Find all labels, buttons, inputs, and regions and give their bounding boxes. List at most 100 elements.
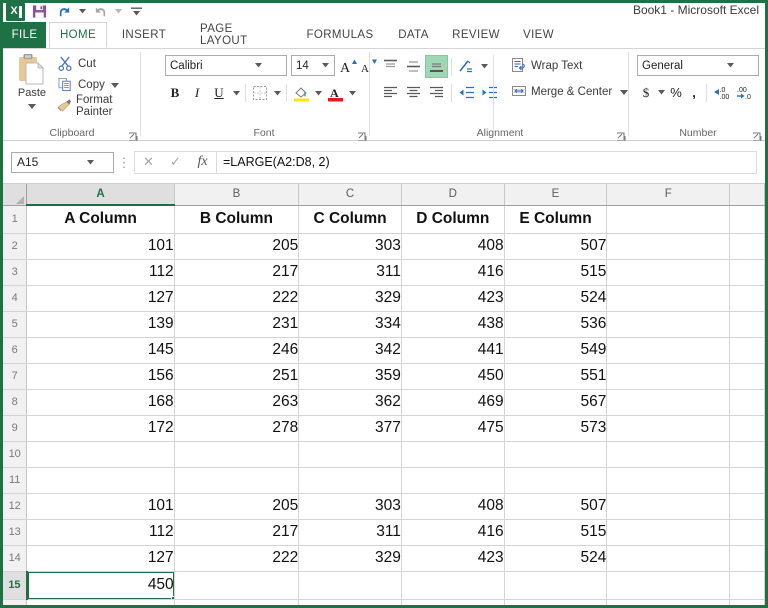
- cell-A9[interactable]: 172: [26, 415, 175, 442]
- cell-E12[interactable]: 507: [504, 493, 608, 520]
- tab-page-layout[interactable]: PAGE LAYOUT: [191, 22, 287, 48]
- cell-B3[interactable]: 217: [174, 259, 300, 286]
- decrease-decimal-button[interactable]: .00 .0: [734, 81, 758, 104]
- cell-partial-1[interactable]: [729, 205, 765, 234]
- cell-D3[interactable]: 416: [401, 259, 505, 286]
- cell-partial-16[interactable]: [729, 599, 765, 605]
- row-header-8[interactable]: 8: [3, 389, 28, 416]
- row-header-6[interactable]: 6: [3, 337, 28, 364]
- cell-D11[interactable]: [401, 467, 505, 494]
- cell-C13[interactable]: 311: [298, 519, 402, 546]
- merge-and-center-button[interactable]: Merge & Center: [511, 81, 629, 103]
- cell-B12[interactable]: 205: [174, 493, 300, 520]
- tab-review[interactable]: REVIEW: [446, 22, 506, 48]
- cell-D12[interactable]: 408: [401, 493, 505, 520]
- align-middle-button[interactable]: [402, 55, 425, 78]
- cell-B2[interactable]: 205: [174, 233, 300, 260]
- row-header-9[interactable]: 9: [3, 415, 28, 442]
- chevron-down-icon[interactable]: [313, 63, 334, 68]
- cell-F7[interactable]: [606, 363, 731, 390]
- comma-format-button[interactable]: ,: [685, 81, 703, 104]
- row-header-15[interactable]: 15: [3, 571, 28, 600]
- cell-E8[interactable]: 567: [504, 389, 608, 416]
- underline-dropdown-icon[interactable]: [230, 82, 242, 104]
- orientation-button[interactable]: [455, 55, 478, 78]
- cell-F3[interactable]: [606, 259, 731, 286]
- cell-partial-6[interactable]: [729, 337, 765, 364]
- cell-E2[interactable]: 507: [504, 233, 608, 260]
- customize-quick-access-icon[interactable]: [125, 2, 147, 21]
- column-header-b[interactable]: B: [174, 184, 300, 206]
- cell-C11[interactable]: [298, 467, 402, 494]
- cell-C6[interactable]: 342: [298, 337, 402, 364]
- formula-input[interactable]: =LARGE(A2:D8, 2): [216, 150, 757, 174]
- cell-B9[interactable]: 278: [174, 415, 300, 442]
- cell-E6[interactable]: 549: [504, 337, 608, 364]
- font-size-combo[interactable]: 14: [291, 55, 335, 76]
- fill-handle[interactable]: [170, 595, 174, 598]
- cell-A5[interactable]: 139: [26, 311, 175, 338]
- cell-C10[interactable]: [298, 441, 402, 468]
- cell-partial-13[interactable]: [729, 519, 765, 546]
- cell-F13[interactable]: [606, 519, 731, 546]
- cell-B8[interactable]: 263: [174, 389, 300, 416]
- row-header-13[interactable]: 13: [3, 519, 28, 546]
- cut-button[interactable]: Cut: [57, 54, 96, 73]
- cell-C3[interactable]: 311: [298, 259, 402, 286]
- cell-E13[interactable]: 515: [504, 519, 608, 546]
- cell-partial-9[interactable]: [729, 415, 765, 442]
- cell-A13[interactable]: 112: [26, 519, 175, 546]
- row-header-16[interactable]: 16: [3, 599, 28, 605]
- cell-partial-11[interactable]: [729, 467, 765, 494]
- cell-D13[interactable]: 416: [401, 519, 505, 546]
- merge-center-dropdown-icon[interactable]: [620, 86, 629, 98]
- cell-E9[interactable]: 573: [504, 415, 608, 442]
- row-header-3[interactable]: 3: [3, 259, 28, 286]
- cell-F9[interactable]: [606, 415, 731, 442]
- cell-D5[interactable]: 438: [401, 311, 505, 338]
- bold-button[interactable]: B: [164, 82, 186, 104]
- borders-dropdown-icon[interactable]: [271, 82, 283, 104]
- cell-F8[interactable]: [606, 389, 731, 416]
- cell-A4[interactable]: 127: [26, 285, 175, 312]
- copy-dropdown-icon[interactable]: [110, 79, 119, 91]
- cell-D14[interactable]: 423: [401, 545, 505, 572]
- cell-D4[interactable]: 423: [401, 285, 505, 312]
- font-color-button[interactable]: A: [324, 82, 346, 104]
- column-header-partial[interactable]: [729, 184, 765, 206]
- row-header-11[interactable]: 11: [3, 467, 28, 494]
- align-center-button[interactable]: [402, 81, 425, 104]
- cell-D1[interactable]: D Column: [401, 205, 505, 234]
- decrease-indent-button[interactable]: [455, 81, 478, 104]
- cell-A15[interactable]: 450: [26, 571, 175, 600]
- cell-F4[interactable]: [606, 285, 731, 312]
- align-bottom-button[interactable]: [425, 55, 448, 78]
- column-header-d[interactable]: D: [401, 184, 505, 206]
- paste-dropdown-icon[interactable]: [28, 100, 36, 112]
- name-box[interactable]: A15: [11, 151, 114, 173]
- cell-B4[interactable]: 222: [174, 285, 300, 312]
- cell-A1[interactable]: A Column: [26, 205, 175, 234]
- cell-F15[interactable]: [606, 571, 731, 600]
- tab-formulas[interactable]: FORMULAS: [300, 22, 380, 48]
- chevron-down-icon[interactable]: [698, 63, 758, 68]
- fill-color-dropdown-icon[interactable]: [312, 82, 324, 104]
- cell-E4[interactable]: 524: [504, 285, 608, 312]
- cell-B11[interactable]: [174, 467, 300, 494]
- cell-A3[interactable]: 112: [26, 259, 175, 286]
- cell-E7[interactable]: 551: [504, 363, 608, 390]
- cell-partial-15[interactable]: [729, 571, 765, 600]
- cell-A16[interactable]: [26, 599, 175, 605]
- redo-icon[interactable]: [89, 2, 111, 21]
- cell-partial-3[interactable]: [729, 259, 765, 286]
- format-painter-button[interactable]: Format Painter: [57, 94, 141, 118]
- cell-D15[interactable]: [401, 571, 505, 600]
- borders-button[interactable]: [249, 82, 271, 104]
- tab-insert[interactable]: INSERT: [115, 22, 173, 48]
- cell-partial-12[interactable]: [729, 493, 765, 520]
- row-header-14[interactable]: 14: [3, 545, 28, 572]
- name-box-dropdown-icon[interactable]: [63, 159, 114, 165]
- cell-B16[interactable]: [174, 599, 300, 605]
- accounting-dropdown-icon[interactable]: [655, 82, 667, 104]
- cell-C8[interactable]: 362: [298, 389, 402, 416]
